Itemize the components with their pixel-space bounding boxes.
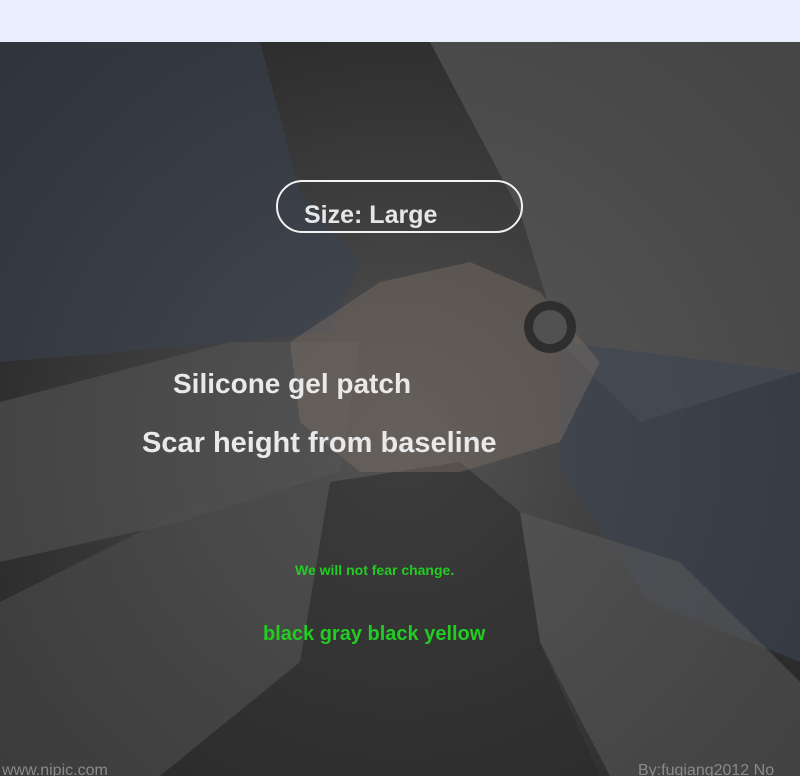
size-pill: Size: Large <box>276 180 523 233</box>
color-list-text: black gray black yellow <box>263 623 486 645</box>
motto-text: We will not fear change. <box>295 562 455 578</box>
subheadline: Scar height from baseline <box>142 427 497 459</box>
watermark-left: www.nipic.com <box>2 762 108 776</box>
watermark-right: By:fuqiang2012 No <box>638 762 775 776</box>
headline: Silicone gel patch <box>173 368 412 399</box>
stacked-hands-photo <box>0 42 800 776</box>
size-label: Size: Large <box>304 201 438 229</box>
hero-image: Size: Large Silicone gel patch Scar heig… <box>0 42 800 776</box>
top-bar <box>0 0 800 42</box>
